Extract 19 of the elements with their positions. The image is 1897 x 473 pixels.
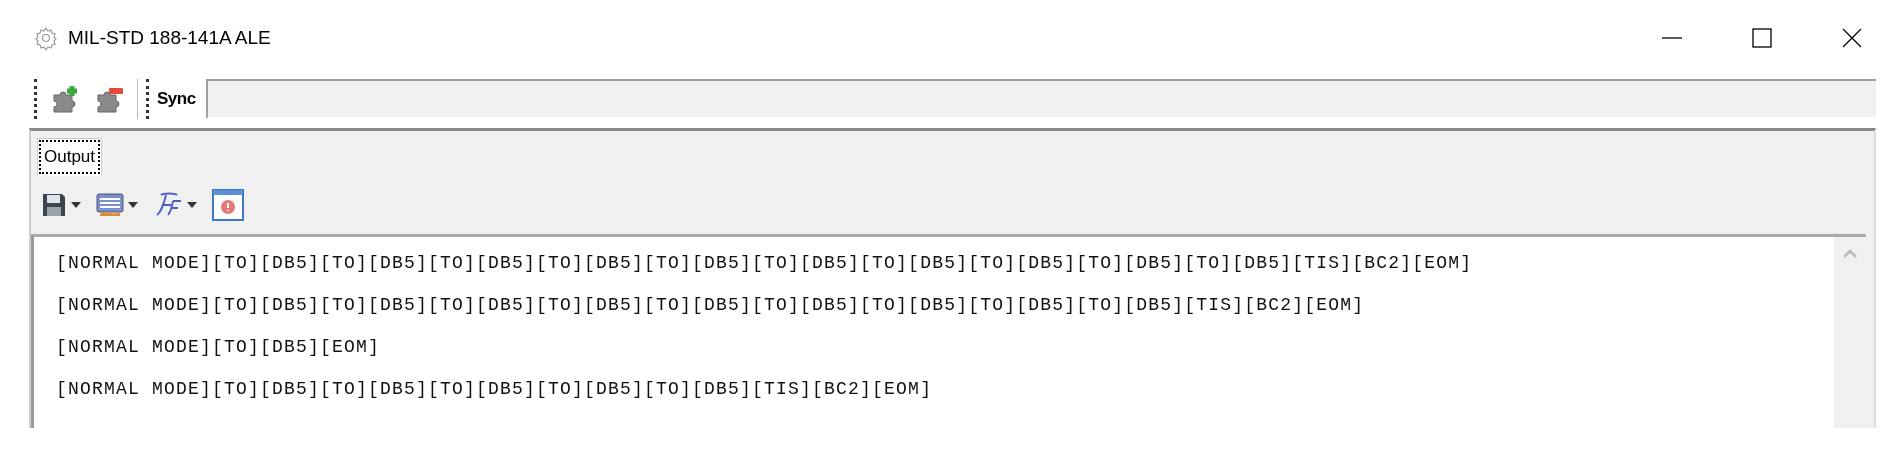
alert-icon[interactable] <box>212 189 244 221</box>
sync-label: Sync <box>157 89 196 109</box>
save-icon[interactable] <box>41 192 67 218</box>
maximize-icon[interactable] <box>1751 27 1773 49</box>
output-tab[interactable]: Output <box>37 138 103 176</box>
sync-field[interactable] <box>205 79 1876 119</box>
output-line: [NORMAL MODE][TO][DB5][TO][DB5][TO][DB5][TO][DB5][TO][DB5][TIS][BC2][EOM] <box>56 378 934 401</box>
document-icon[interactable] <box>96 192 124 218</box>
output-line: [NORMAL MODE][TO][DB5][EOM] <box>56 336 382 359</box>
scrollbar[interactable] <box>1834 237 1866 428</box>
caret-icon[interactable] <box>186 201 198 209</box>
caret-icon[interactable] <box>127 201 139 209</box>
gear-icon <box>34 26 58 50</box>
output-line: [NORMAL MODE][TO][DB5][TO][DB5][TO][DB5][TO][DB5][TO][DB5][TO][DB5][TO][DB5][TO][DB5][TO][DB5][TO][DB5][TIS][BC2][EOM] <box>56 252 1474 275</box>
puzzle-minus-icon[interactable] <box>95 85 125 113</box>
window-title: MIL-STD 188-141A ALE <box>68 27 271 49</box>
output-line: [NORMAL MODE][TO][DB5][TO][DB5][TO][DB5][TO][DB5][TO][DB5][TO][DB5][TO][DB5][TO][DB5][TO][DB5][TIS][BC2][EOM] <box>56 294 1366 317</box>
caret-icon[interactable] <box>70 201 82 209</box>
close-icon[interactable] <box>1841 27 1863 49</box>
